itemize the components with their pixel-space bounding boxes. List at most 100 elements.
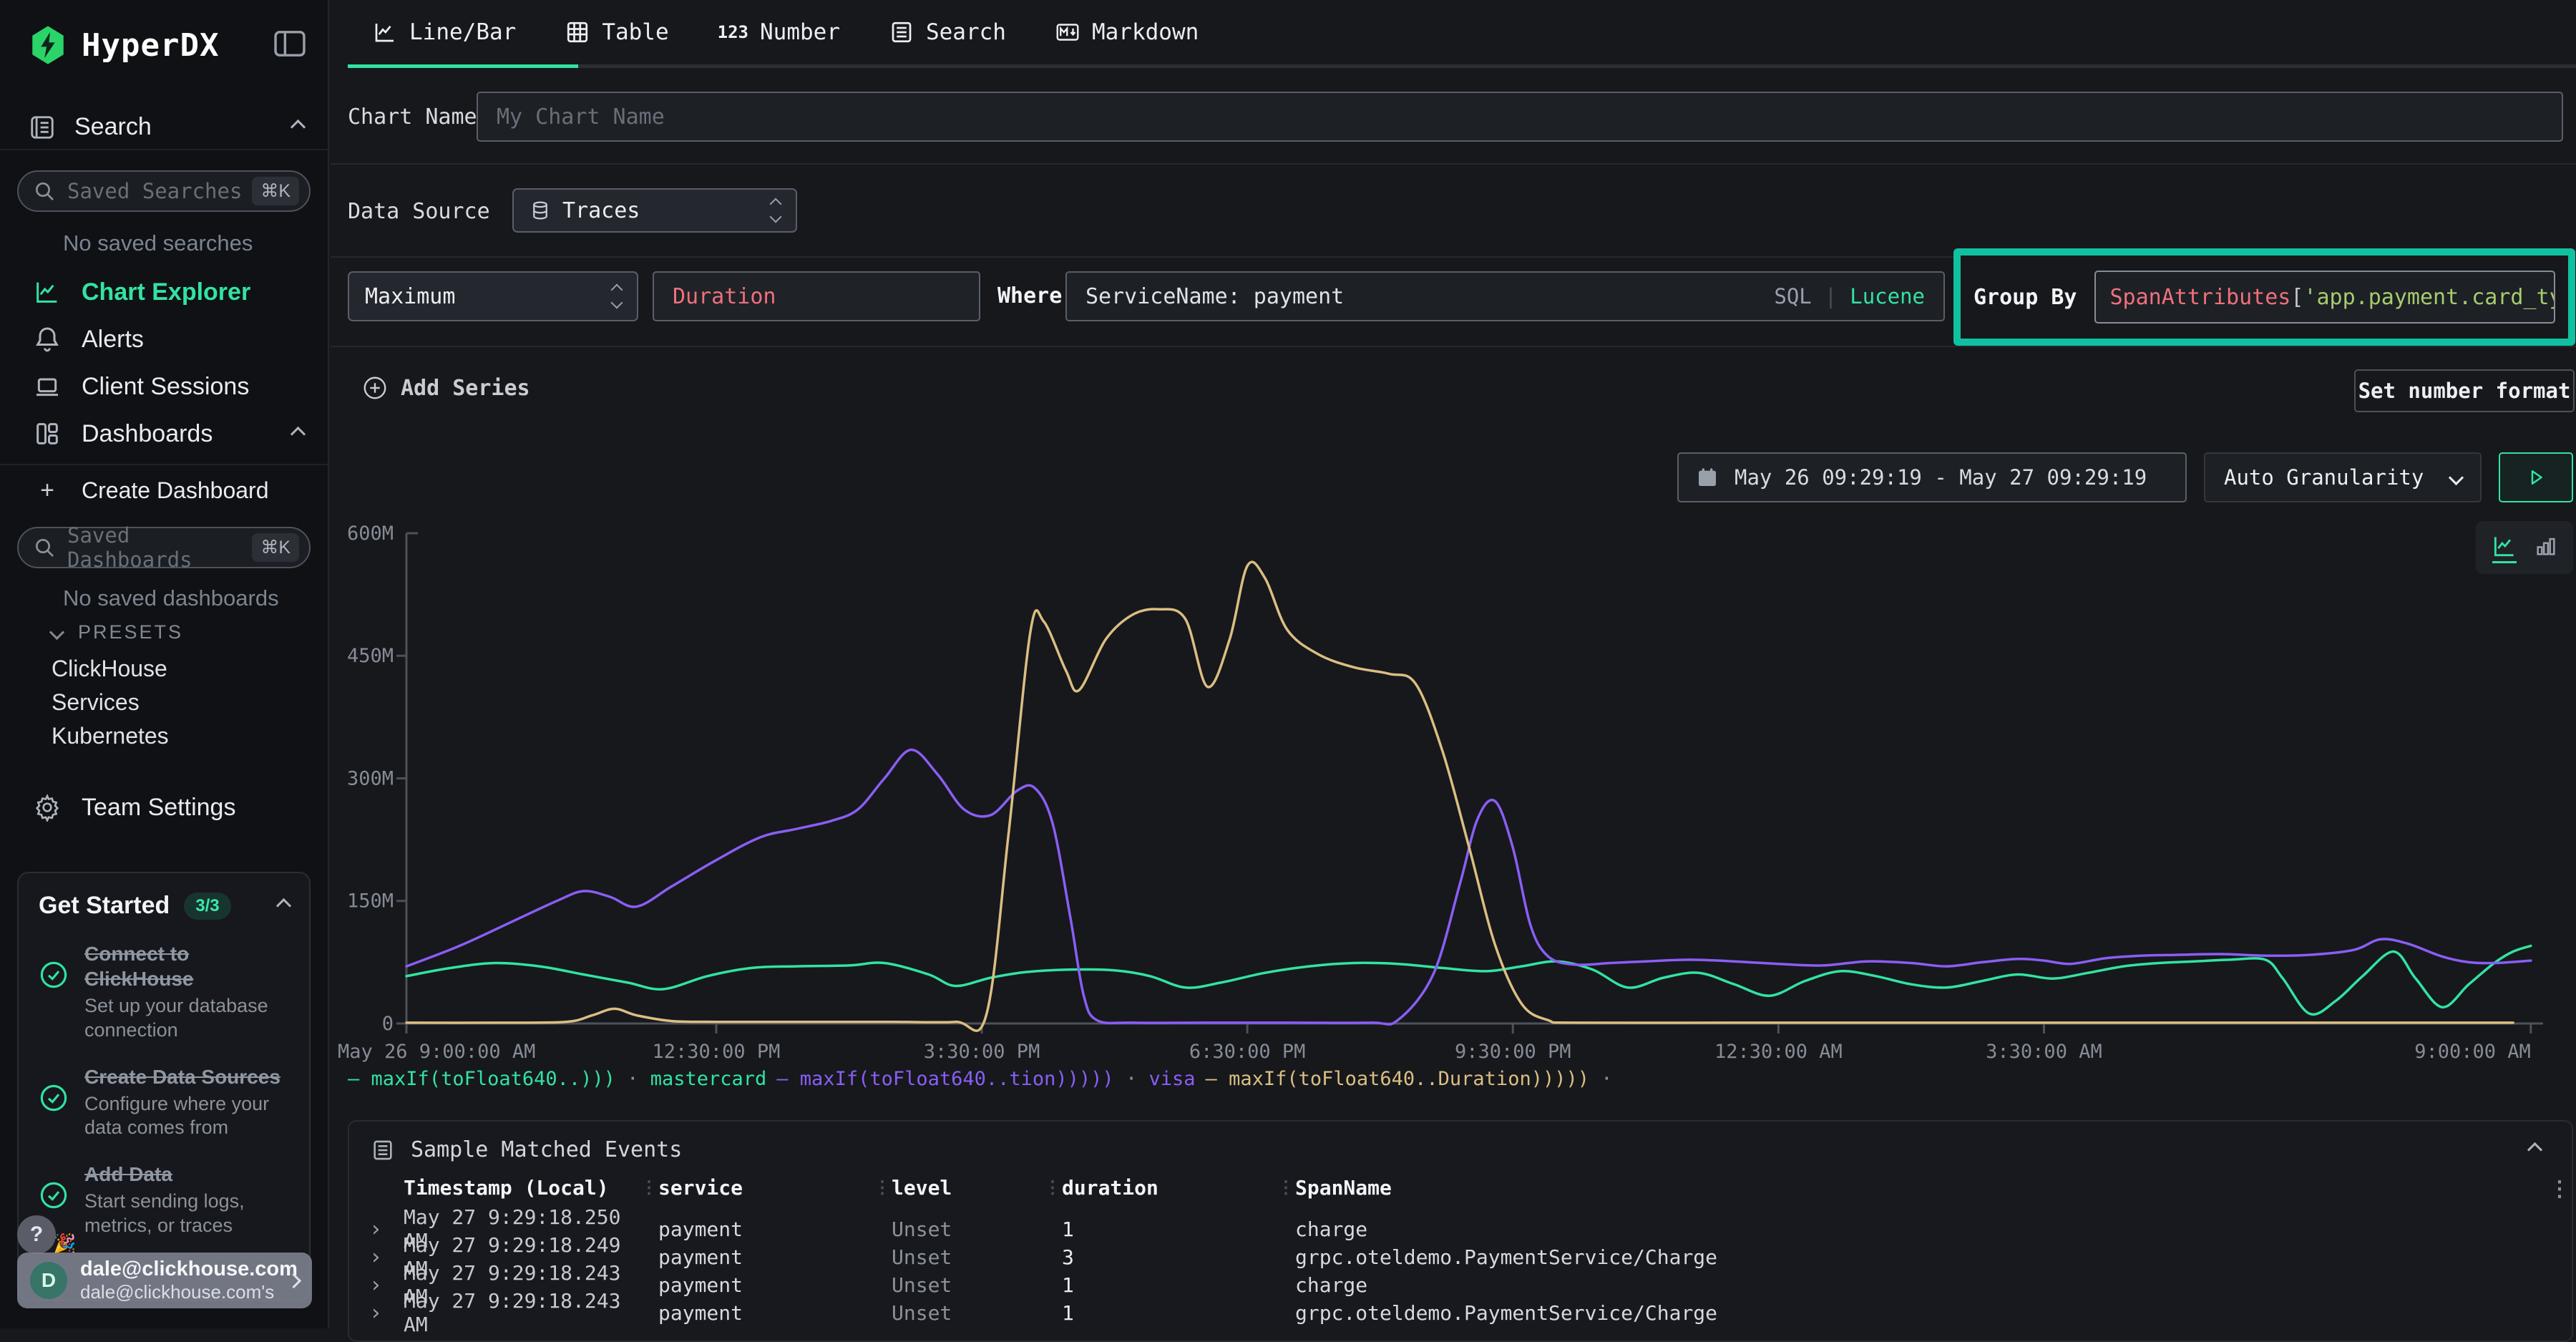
select-chevrons-icon [771,200,780,221]
checklist-item[interactable]: Create Data Sources Configure where your… [39,1064,289,1141]
field-select[interactable]: Duration [653,271,980,321]
granularity-value: Auto Granularity [2224,465,2424,490]
table-row[interactable]: › May 27 9:29:18.250 AM payment Unset 1 … [349,1205,2572,1233]
saved-dashboards-placeholder: Saved Dashboards [67,523,252,572]
plus-icon: + [31,477,63,505]
sidebar-item-label: Dashboards [82,420,213,448]
expand-row-icon[interactable]: › [369,1245,404,1270]
database-icon [530,200,551,221]
laptop-icon [31,372,63,401]
chevron-up-icon[interactable] [276,898,291,913]
presets-toggle[interactable]: PRESETS [52,621,183,643]
user-menu[interactable]: D dale@clickhouse.com dale@clickhouse.co… [17,1253,312,1308]
sidebar: HyperDX Search Saved Searches ⌘K No save… [0,0,329,1328]
legend-item[interactable]: — maxIf(toFloat640..))) · mastercard [348,1068,766,1090]
granularity-select[interactable]: Auto Granularity [2204,452,2482,502]
expand-row-icon[interactable]: › [369,1300,404,1326]
tab-number[interactable]: 123 Number [693,0,864,64]
where-input[interactable]: ServiceName: payment SQL | Lucene [1065,271,1945,321]
column-resizer[interactable]: ⋮ [1043,1177,1062,1197]
no-saved-dashboards-text: No saved dashboards [63,585,279,611]
chart-name-input[interactable] [497,93,2543,140]
svg-text:150M: 150M [347,890,394,913]
check-circle-icon [39,1064,84,1141]
saved-searches-placeholder: Saved Searches [67,179,252,203]
create-dashboard-button[interactable]: + Create Dashboard [31,477,303,505]
chart-name-field[interactable] [477,92,2563,142]
preset-clickhouse[interactable]: ClickHouse [52,656,167,682]
timeseries-chart[interactable]: 600M450M300M150M0May 26 9:00:00 AM12:30:… [331,501,2576,1074]
column-resizer[interactable]: ⋮ [1277,1177,1295,1197]
sidebar-section-search[interactable]: Search [29,113,303,141]
column-level[interactable]: level [892,1176,1043,1200]
help-button[interactable]: ? [17,1215,56,1254]
data-source-select[interactable]: Traces [512,188,797,233]
search-icon [33,536,56,559]
shortcut-badge: ⌘K [252,177,299,205]
collapse-panel-icon[interactable] [2527,1142,2542,1157]
aggregation-select[interactable]: Maximum [348,271,638,321]
field-value: Duration [673,284,776,309]
svg-text:12:30:00 AM: 12:30:00 AM [1714,1041,1843,1063]
expand-row-icon[interactable]: › [369,1217,404,1242]
table-icon [565,19,590,45]
dashboard-icon [31,419,63,448]
tab-markdown[interactable]: Markdown [1030,0,1223,64]
checklist-item-subtitle: Configure where your data comes from [84,1092,289,1141]
tab-line-bar[interactable]: Line/Bar [348,0,540,64]
line-chart-icon [372,19,398,45]
column-spanname[interactable]: SpanName [1295,1176,2552,1200]
create-dashboard-label: Create Dashboard [82,477,268,504]
column-resizer[interactable]: ⋮ [873,1177,892,1197]
search-section-icon [29,114,56,141]
column-service[interactable]: service [658,1176,873,1200]
shortcut-badge: ⌘K [252,533,299,562]
expand-row-icon[interactable]: › [369,1273,404,1298]
sql-mode-button[interactable]: SQL [1774,284,1811,308]
svg-text:9:00:00 AM: 9:00:00 AM [2414,1041,2531,1063]
tab-active-indicator [348,64,578,68]
data-source-value: Traces [562,198,640,223]
date-range-picker[interactable]: May 26 09:29:19 - May 27 09:29:19 [1677,452,2187,502]
column-resizer[interactable]: ⋮ [640,1177,658,1197]
checklist-item-subtitle: Start sending logs, metrics, or traces [84,1190,289,1238]
legend-item[interactable]: — maxIf(toFloat640..Duration))))) · [1206,1068,1613,1090]
line-chart-icon [31,278,63,306]
saved-searches-input[interactable]: Saved Searches ⌘K [17,170,311,212]
tab-table[interactable]: Table [540,0,693,64]
list-icon [371,1138,395,1162]
checklist-item[interactable]: Connect to ClickHouse Set up your databa… [39,941,289,1043]
data-source-label: Data Source [348,199,490,224]
run-query-button[interactable] [2499,452,2573,502]
svg-text:3:30:00 AM: 3:30:00 AM [1986,1041,2102,1063]
preset-services[interactable]: Services [52,689,140,716]
sidebar-item-client-sessions[interactable]: Client Sessions [31,372,303,401]
sidebar-item-chart-explorer[interactable]: Chart Explorer [31,278,303,306]
checklist-item-title: Connect to ClickHouse [84,943,194,990]
set-number-format-button[interactable]: Set number format [2354,369,2575,412]
sidebar-item-dashboards[interactable]: Dashboards [31,419,303,448]
sidebar-item-alerts[interactable]: Alerts [31,325,303,354]
table-menu-icon[interactable]: ⋮ [2549,1177,2570,1202]
sidebar-collapse-icon[interactable] [273,30,306,61]
checklist-item[interactable]: Add Data Start sending logs, metrics, or… [39,1162,289,1238]
aggregation-value: Maximum [365,284,455,309]
svg-text:3:30:00 PM: 3:30:00 PM [924,1041,1040,1063]
group-by-label: Group By [1974,285,2077,310]
svg-text:0: 0 [382,1013,394,1035]
lucene-mode-button[interactable]: Lucene [1850,284,1925,308]
add-series-button[interactable]: Add Series [362,375,530,401]
legend-item[interactable]: — maxIf(toFloat640..tion))))) · visa [776,1068,1195,1090]
preset-kubernetes[interactable]: Kubernetes [52,723,169,749]
column-duration[interactable]: duration [1062,1176,1277,1200]
column-timestamp[interactable]: Timestamp (Local) [404,1176,640,1200]
tab-underline-track [348,64,2576,68]
mode-divider: | [1825,284,1837,308]
saved-dashboards-input[interactable]: Saved Dashboards ⌘K [17,527,311,568]
checklist-item-title: Create Data Sources [84,1066,280,1088]
calendar-icon [1696,466,1719,489]
tab-search[interactable]: Search [864,0,1030,64]
group-by-input[interactable]: SpanAttributes['app.payment.card_type'] [2094,271,2556,324]
sidebar-item-team-settings[interactable]: Team Settings [31,793,303,822]
app-title: HyperDX [82,27,219,64]
